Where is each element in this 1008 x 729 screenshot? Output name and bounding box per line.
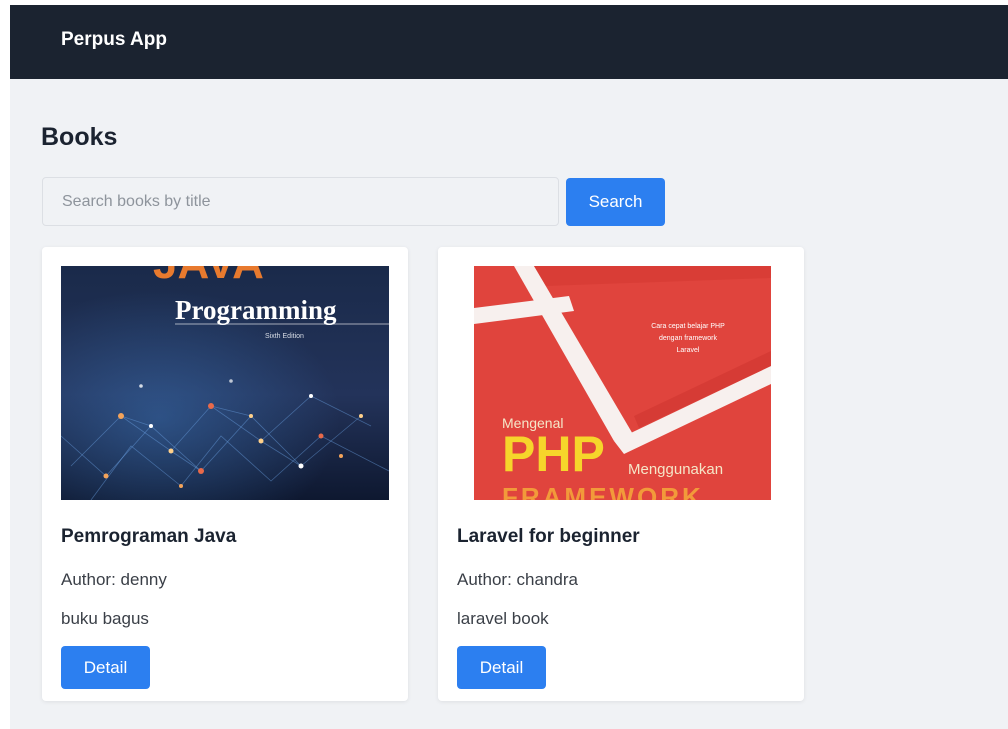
book-author: Author: chandra	[457, 570, 578, 589]
cover-bottom-text: FRAMEWORK	[502, 482, 704, 500]
book-title: Laravel for beginner	[457, 526, 640, 547]
app-frame: Perpus App Books Search books by title S…	[10, 5, 1008, 729]
detail-button[interactable]: Detail	[61, 646, 150, 689]
cover-edition-text: Sixth Edition	[265, 333, 304, 340]
search-input[interactable]	[42, 177, 559, 226]
book-description: buku bagus	[61, 609, 149, 628]
cover-suffix-text: Menggunakan	[628, 461, 723, 478]
cover-subtitle-text: Programming	[175, 295, 337, 325]
cover-tagline-1: Cara cepat belajar PHP	[651, 323, 725, 330]
navbar: Perpus App	[10, 5, 1008, 79]
book-card: Cara cepat belajar PHP dengan framework …	[438, 247, 804, 701]
book-card: JAVA Programming Sixth Edition Pemrogram…	[42, 247, 408, 701]
book-cover-image: JAVA Programming Sixth Edition	[61, 266, 389, 500]
cover-title-text: JAVA	[153, 266, 264, 288]
book-description: laravel book	[457, 609, 549, 628]
cover-title-text: PHP	[502, 426, 605, 482]
cover-tagline-3: Laravel	[677, 347, 700, 354]
search-button[interactable]: Search	[566, 178, 665, 226]
book-title: Pemrograman Java	[61, 526, 237, 547]
brand-link[interactable]: Perpus App	[61, 29, 167, 51]
page-title: Books	[41, 123, 118, 151]
cover-tagline-2: dengan framework	[659, 335, 717, 342]
book-cover-image: Cara cepat belajar PHP dengan framework …	[474, 266, 771, 500]
book-author: Author: denny	[61, 570, 167, 589]
detail-button[interactable]: Detail	[457, 646, 546, 689]
